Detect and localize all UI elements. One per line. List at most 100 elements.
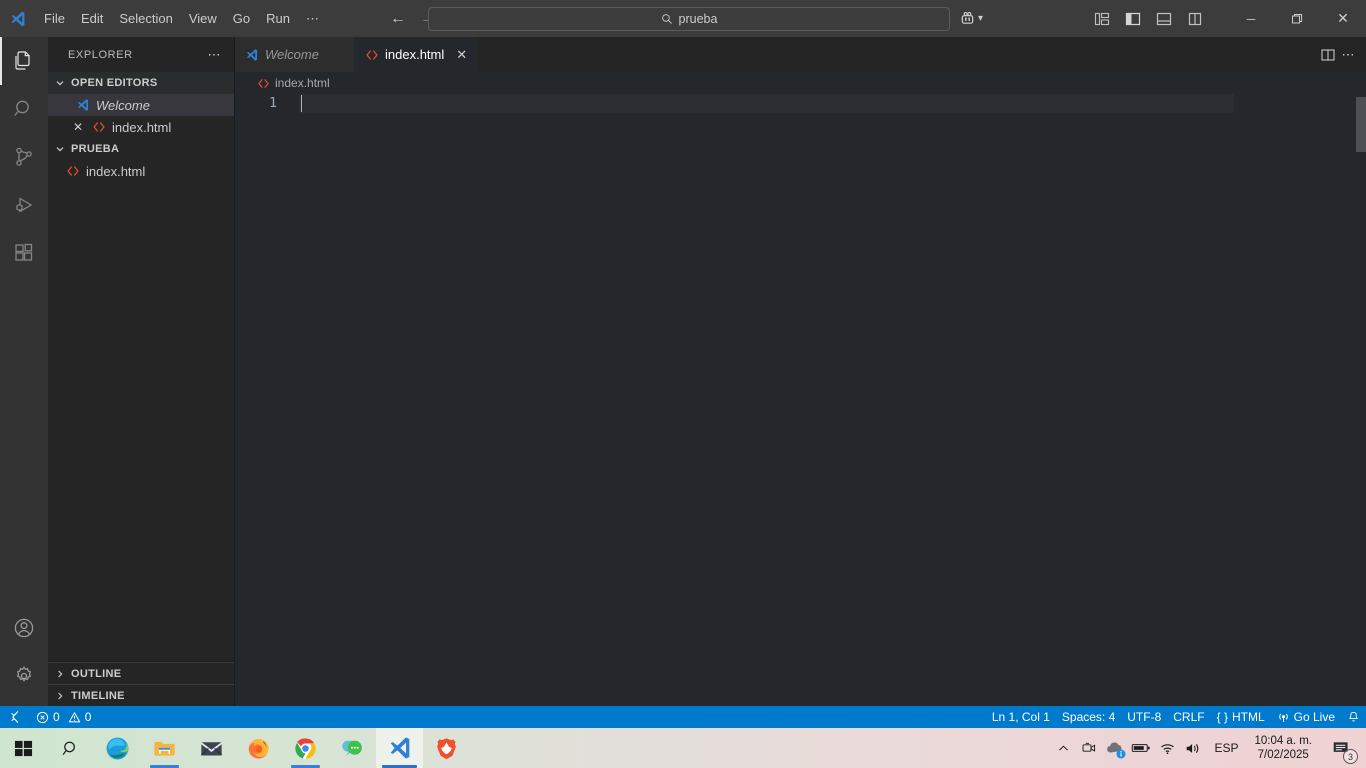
chevron-down-icon: ▾: [978, 13, 984, 24]
section-outline-label: OUTLINE: [71, 667, 122, 680]
windows-taskbar: ESP 10:04 a. m. 7/02/2025 3: [0, 728, 1366, 768]
account-icon: [14, 618, 34, 638]
status-language-label: HTML: [1231, 710, 1265, 724]
breadcrumb-label: index.html: [275, 76, 330, 90]
activity-item-run-and-debug[interactable]: [0, 181, 48, 229]
tray-volume[interactable]: [1180, 728, 1206, 768]
vscode-logo-icon: [74, 98, 92, 112]
status-encoding[interactable]: UTF-8: [1121, 706, 1167, 728]
remote-account-indicator[interactable]: ▾: [960, 11, 983, 26]
quick-input-search[interactable]: prueba: [428, 6, 950, 31]
taskbar-start-button[interactable]: [0, 728, 47, 768]
status-go-live[interactable]: Go Live: [1271, 706, 1341, 728]
editor-content-area[interactable]: 1: [235, 94, 1366, 706]
layout-customize-icon[interactable]: [1089, 6, 1115, 32]
window-minimize-button[interactable]: ─: [1228, 0, 1274, 37]
section-outline[interactable]: OUTLINE: [48, 662, 234, 684]
menu-run[interactable]: Run: [258, 0, 298, 37]
tray-overflow-button[interactable]: [1050, 728, 1076, 768]
close-icon[interactable]: ✕: [456, 47, 467, 63]
remote-host-icon: [11, 711, 19, 723]
taskbar-mail[interactable]: [188, 728, 235, 768]
menu-go[interactable]: Go: [225, 0, 258, 37]
firefox-icon: [248, 738, 269, 759]
activity-item-explorer[interactable]: [0, 37, 48, 85]
taskbar-brave-browser[interactable]: [423, 728, 470, 768]
taskbar-file-explorer[interactable]: [141, 728, 188, 768]
status-eol[interactable]: CRLF: [1167, 706, 1210, 728]
html-icon: [64, 164, 82, 178]
line-number: 1: [269, 96, 277, 111]
battery-icon: [1132, 744, 1151, 752]
file-item-index-html[interactable]: index.html: [48, 160, 234, 182]
status-remote-host[interactable]: [0, 706, 30, 728]
section-open-editors[interactable]: OPEN EDITORS: [48, 72, 234, 94]
braces-icon: { }: [1216, 710, 1228, 724]
tray-battery[interactable]: [1128, 728, 1154, 768]
menu-selection[interactable]: Selection: [111, 0, 180, 37]
taskbar-chat-app[interactable]: [329, 728, 376, 768]
editor-scrollbar[interactable]: [1356, 97, 1366, 152]
source-control-icon: [16, 147, 32, 166]
tray-time: 10:04 a. m.: [1254, 735, 1312, 747]
activity-item-extensions[interactable]: [0, 229, 48, 277]
vscode-logo-icon: [0, 10, 36, 28]
menu-view[interactable]: View: [181, 0, 225, 37]
taskbar-microsoft-edge[interactable]: [94, 728, 141, 768]
taskbar-visual-studio-code[interactable]: [376, 728, 423, 768]
breadcrumb[interactable]: index.html: [235, 72, 1366, 94]
open-editor-index-html[interactable]: ✕ index.html: [48, 116, 234, 138]
split-editor-icon[interactable]: [1320, 47, 1336, 63]
section-folder-prueba[interactable]: PRUEBA: [48, 138, 234, 160]
ellipsis-icon[interactable]: ⋯: [208, 47, 227, 63]
tray-notifications[interactable]: 3: [1320, 728, 1362, 768]
warning-icon: [68, 711, 80, 722]
activity-item-search[interactable]: [0, 85, 48, 133]
run-debug-icon: [16, 197, 33, 213]
open-editor-welcome[interactable]: Welcome: [48, 94, 234, 116]
section-timeline[interactable]: TIMELINE: [48, 684, 234, 706]
menu-file[interactable]: File: [36, 0, 73, 37]
activity-item-settings[interactable]: [0, 652, 48, 700]
open-editor-welcome-label: Welcome: [96, 97, 150, 113]
status-cursor-position[interactable]: Ln 1, Col 1: [986, 706, 1056, 728]
arrow-left-icon[interactable]: ←: [390, 10, 406, 27]
status-language-mode[interactable]: { } HTML: [1211, 706, 1271, 728]
chat-bubble-icon: [342, 740, 362, 756]
chevron-right-icon: [52, 691, 68, 701]
close-icon[interactable]: ✕: [70, 120, 86, 134]
activity-bar: [0, 37, 48, 706]
menu-overflow-button[interactable]: ⋯: [298, 0, 328, 37]
taskbar-firefox[interactable]: [235, 728, 282, 768]
window-maximize-button[interactable]: [1274, 0, 1320, 37]
tray-camera[interactable]: [1076, 728, 1102, 768]
taskbar-google-chrome[interactable]: [282, 728, 329, 768]
tray-onedrive[interactable]: [1102, 728, 1128, 768]
activity-item-source-control[interactable]: [0, 133, 48, 181]
taskbar-apps: [0, 728, 470, 768]
panel-left-icon[interactable]: [1120, 6, 1146, 32]
status-indentation[interactable]: Spaces: 4: [1056, 706, 1121, 728]
panel-bottom-icon[interactable]: [1151, 6, 1177, 32]
status-notifications[interactable]: [1341, 706, 1366, 728]
camera-icon: [1082, 742, 1096, 752]
tab-index-html[interactable]: index.html ✕: [355, 37, 479, 72]
activity-item-accounts[interactable]: [0, 604, 48, 652]
status-problems[interactable]: 0 0: [30, 706, 97, 728]
ellipsis-icon[interactable]: ⋯: [1342, 47, 1357, 63]
html-icon: [257, 77, 270, 90]
editor-actions: ⋯: [1320, 37, 1366, 72]
speaker-icon: [1187, 743, 1199, 753]
tray-clock[interactable]: 10:04 a. m. 7/02/2025: [1246, 734, 1320, 762]
broadcast-icon: [1278, 713, 1288, 722]
menu-edit[interactable]: Edit: [73, 0, 111, 37]
tray-network[interactable]: [1154, 728, 1180, 768]
taskbar-search-button[interactable]: [47, 728, 94, 768]
panel-right-icon[interactable]: [1182, 6, 1208, 32]
window-close-button[interactable]: ✕: [1320, 0, 1366, 37]
chevron-up-icon: [1059, 745, 1068, 750]
tray-language-indicator[interactable]: ESP: [1206, 741, 1246, 755]
tab-welcome[interactable]: Welcome: [235, 37, 355, 72]
vscode-logo-icon: [245, 48, 259, 62]
